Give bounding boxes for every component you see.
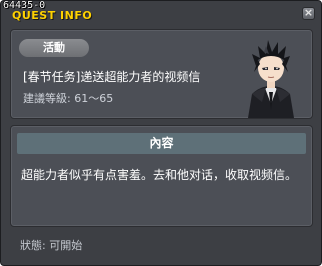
quest-description: 超能力者似乎有点害羞。去和他对话，收取视频信。 bbox=[21, 168, 298, 182]
quest-name: [春节任务]递送超能力者的视频信 bbox=[23, 70, 201, 84]
close-icon: × bbox=[303, 6, 314, 19]
quest-status: 狀態: 可開始 bbox=[20, 239, 83, 252]
quest-content-panel: 內容 超能力者似乎有点害羞。去和他对话，收取视频信。 bbox=[10, 125, 313, 227]
content-section-header: 內容 bbox=[17, 133, 306, 154]
window-title: QUEST INFO bbox=[12, 9, 93, 22]
quest-summary-panel: 活動 [春节任务]递送超能力者的视频信 建議等級: 61～65 bbox=[10, 29, 313, 119]
quest-info-window: 64435-0 QUEST INFO × 活動 [春节任务]递送超能力者的视频信… bbox=[0, 0, 322, 266]
close-button[interactable]: × bbox=[302, 6, 315, 20]
quest-level: 建議等級: 61～65 bbox=[23, 92, 114, 105]
character-portrait bbox=[248, 40, 294, 118]
quest-category-tag: 活動 bbox=[19, 39, 89, 57]
